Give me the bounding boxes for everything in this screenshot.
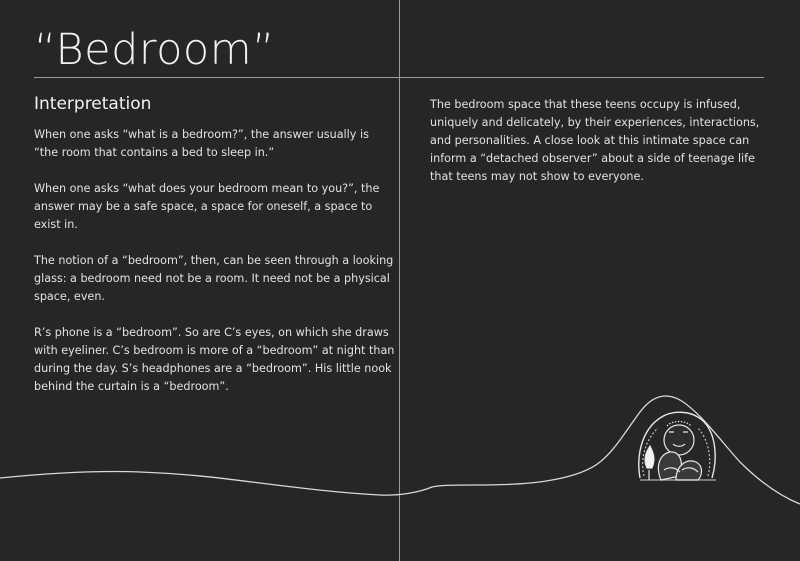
landscape-illustration bbox=[0, 395, 800, 505]
document-page: “Bedroom” Interpretation When one asks “… bbox=[0, 0, 800, 561]
figure-in-mound-icon bbox=[638, 411, 716, 481]
